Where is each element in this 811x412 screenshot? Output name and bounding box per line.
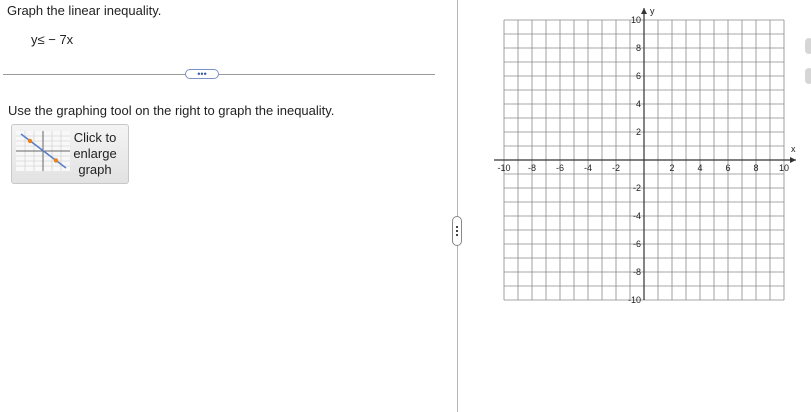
pane-splitter (457, 0, 458, 412)
enlarge-label-line-1: Click to (73, 130, 117, 145)
grip-dots-icon (456, 226, 458, 238)
y-tick-label: -8 (633, 267, 641, 277)
section-divider (3, 74, 435, 75)
y-tick-label: -6 (633, 239, 641, 249)
y-tick-label: -2 (633, 183, 641, 193)
x-tick-label: 8 (753, 163, 758, 173)
y-tick-label: 8 (636, 43, 641, 53)
y-tick-label: 2 (636, 127, 641, 137)
question-pane: Graph the linear inequality. y≤ − 7x •••… (0, 0, 440, 412)
y-axis-label: y (650, 6, 655, 16)
x-tick-label: -8 (528, 163, 536, 173)
x-axis-label: x (791, 144, 796, 154)
x-tick-label: 6 (725, 163, 730, 173)
enlarge-label-line-2: enlarge (73, 146, 117, 161)
splitter-handle[interactable] (452, 216, 462, 246)
right-edge-toolbar (805, 38, 811, 84)
coordinate-grid[interactable]: x y -10 -8 -6 -4 -2 2 4 6 8 10 10 8 6 4 2 -2 -4 -6 -8 -10 (490, 0, 800, 320)
y-tick-label: -4 (633, 211, 641, 221)
y-tick-label: 6 (636, 71, 641, 81)
instruction-text: Use the graphing tool on the right to gr… (8, 103, 335, 118)
y-axis-arrow-icon (641, 8, 647, 14)
y-tick-label: 10 (631, 15, 641, 25)
x-tick-label: 2 (669, 163, 674, 173)
y-tick-label: -10 (628, 295, 641, 305)
x-tick-label: 4 (697, 163, 702, 173)
x-tick-label: -4 (584, 163, 592, 173)
x-axis-arrow-icon (790, 157, 796, 163)
inequality-text: y≤ − 7x (31, 32, 74, 47)
question-prompt: Graph the linear inequality. (7, 3, 162, 18)
enlarge-graph-label: Click to enlarge graph (68, 130, 122, 178)
enlarge-label-line-3: graph (78, 162, 112, 177)
x-tick-label: -6 (556, 163, 564, 173)
y-tick-label: 4 (636, 99, 641, 109)
expand-more-button[interactable]: ••• (185, 69, 219, 79)
x-tick-label: -2 (612, 163, 620, 173)
x-tick-label: -10 (497, 163, 510, 173)
x-tick-label: 10 (779, 163, 789, 173)
graph-thumbnail-icon (16, 131, 70, 171)
enlarge-graph-button[interactable]: Click to enlarge graph (11, 124, 129, 184)
